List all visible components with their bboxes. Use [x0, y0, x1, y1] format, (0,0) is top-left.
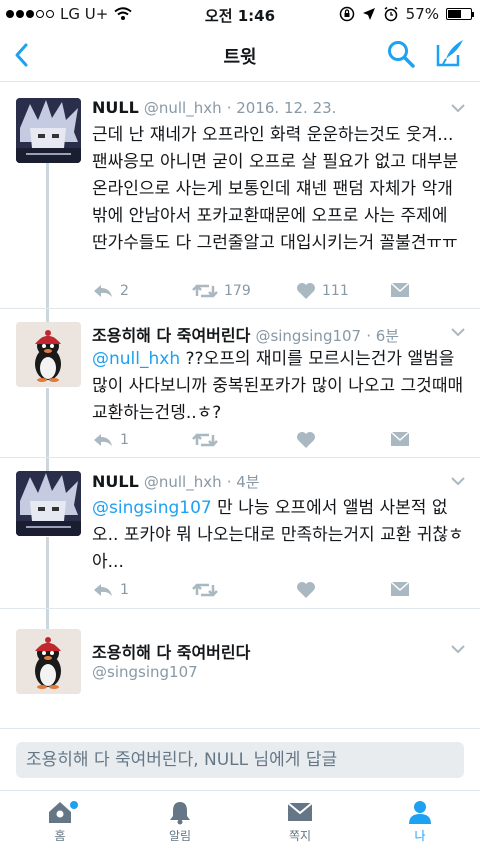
- tweet-text: 근데 난 쟤네가 오프라인 화력 운운하는것도 웃겨... 팬싸응모 아니면 굳…: [92, 122, 464, 257]
- status-bar: LG U+ 오전 1:46 57%: [0, 0, 480, 28]
- reply-count: 1: [120, 582, 129, 598]
- reply-input[interactable]: 조용히해 다 죽여버린다, NULL 님에게 답글: [16, 742, 464, 778]
- heart-icon: [297, 283, 315, 299]
- envelope-icon: [390, 282, 410, 297]
- tab-bar: 홈 알림 쪽지 나: [0, 790, 480, 854]
- reply-action[interactable]: 1: [92, 581, 129, 599]
- retweet-action[interactable]: 179: [192, 282, 251, 300]
- reply-action[interactable]: 2: [92, 282, 129, 300]
- tweet-header: NULL @null_hxh · 2016. 12. 23.: [92, 98, 440, 120]
- chevron-down-icon[interactable]: [450, 102, 466, 114]
- author-handle[interactable]: @null_hxh: [144, 99, 222, 117]
- avatar-image: [16, 629, 81, 694]
- retweet-icon: [192, 284, 218, 298]
- reply-bar: 조용히해 다 죽여버린다, NULL 님에게 답글: [0, 728, 480, 790]
- author-handle[interactable]: @null_hxh: [144, 473, 222, 491]
- tab-label: 나: [414, 829, 426, 843]
- battery-icon: [446, 8, 474, 20]
- tab-label: 쪽지: [288, 829, 312, 843]
- like-action[interactable]: [296, 581, 322, 599]
- chevron-down-icon[interactable]: [450, 475, 466, 487]
- reply-icon: [94, 434, 112, 446]
- tweet-time: · 2016. 12. 23.: [226, 99, 337, 117]
- avatar[interactable]: [16, 629, 81, 694]
- tweet-body: 근데 난 쟤네가 오프라인 화력 운운하는것도 웃겨... 팬싸응모 아니면 굳…: [92, 125, 459, 253]
- notification-dot: [70, 801, 78, 809]
- dm-action[interactable]: [390, 581, 410, 597]
- retweet-count: 179: [224, 283, 251, 299]
- tweet-actions: 2 179 111: [92, 282, 422, 304]
- divider: [0, 308, 480, 309]
- mention-link[interactable]: @null_hxh: [92, 349, 180, 369]
- reply-icon: [94, 584, 112, 596]
- envelope-icon: [390, 581, 410, 596]
- envelope-icon: [287, 802, 313, 821]
- mention-link[interactable]: @singsing107: [92, 498, 212, 518]
- like-count: 111: [322, 283, 349, 299]
- like-action[interactable]: 111: [296, 282, 349, 300]
- tab-notifications[interactable]: 알림: [140, 799, 220, 844]
- bell-icon: [170, 802, 190, 825]
- rotation-lock-icon: [339, 6, 354, 22]
- avatar-image: [16, 322, 81, 387]
- avatar[interactable]: [16, 471, 81, 536]
- tweet-text: @null_hxh ??오프의 재미를 모르시는건가 앨범을 많이 사다보니까 …: [92, 346, 464, 427]
- reply-action[interactable]: 1: [92, 431, 129, 449]
- reply-icon: [94, 285, 112, 297]
- tab-label: 홈: [54, 829, 66, 843]
- nav-bar: 트윗: [0, 28, 480, 82]
- status-right: 57%: [339, 5, 474, 23]
- retweet-action[interactable]: [192, 581, 224, 599]
- author-name[interactable]: NULL: [92, 98, 139, 117]
- tweet-header: 조용히해 다 죽여버린다 @singsing107 · 6분: [92, 322, 440, 344]
- person-icon: [409, 801, 431, 824]
- author-name[interactable]: NULL: [92, 472, 139, 491]
- author-name[interactable]: 조용히해 다 죽여버린다: [92, 326, 250, 344]
- retweet-icon: [192, 433, 218, 447]
- tweet-header: NULL @null_hxh · 4분: [92, 471, 440, 493]
- tab-me[interactable]: 나: [380, 799, 460, 844]
- tweet[interactable]: NULL @null_hxh · 2016. 12. 23. 근데 난 쟤네가 …: [0, 98, 480, 308]
- envelope-icon: [390, 431, 410, 446]
- tweet[interactable]: 조용히해 다 죽여버린다 @singsing107 · 6분 @null_hxh…: [0, 322, 480, 457]
- dm-action[interactable]: [390, 282, 410, 298]
- chevron-down-icon[interactable]: [450, 326, 466, 338]
- tweet-time: · 6분: [366, 327, 400, 344]
- tab-messages[interactable]: 쪽지: [260, 799, 340, 844]
- search-icon[interactable]: [386, 39, 416, 69]
- divider: [0, 608, 480, 609]
- tweet-actions: 1: [92, 431, 422, 453]
- dm-action[interactable]: [390, 431, 410, 447]
- avatar[interactable]: [16, 322, 81, 387]
- heart-icon: [297, 582, 315, 598]
- reply-count: 1: [120, 432, 129, 448]
- tweet-actions: 1: [92, 581, 422, 603]
- tab-label: 알림: [168, 829, 192, 843]
- location-icon: [362, 8, 375, 20]
- retweet-icon: [192, 583, 218, 597]
- author-handle[interactable]: @singsing107: [92, 663, 198, 681]
- tab-home[interactable]: 홈: [20, 799, 100, 844]
- battery-percent: 57%: [405, 5, 439, 23]
- reply-author: 조용히해 다 죽여버린다 @singsing107: [0, 629, 480, 699]
- tweet-time: · 4분: [226, 473, 260, 491]
- author-handle[interactable]: @singsing107: [255, 327, 361, 344]
- avatar-image: [16, 471, 81, 536]
- avatar-image: [16, 98, 81, 163]
- avatar[interactable]: [16, 98, 81, 163]
- retweet-action[interactable]: [192, 431, 224, 449]
- divider: [0, 457, 480, 458]
- reply-count: 2: [120, 283, 129, 299]
- chevron-down-icon[interactable]: [450, 643, 466, 655]
- heart-icon: [297, 432, 315, 448]
- tweet-text: @singsing107 만 나능 오프에서 앨범 사본적 없오.. 포카야 뭐…: [92, 495, 464, 576]
- alarm-icon: [384, 6, 398, 22]
- like-action[interactable]: [296, 431, 322, 449]
- author-name[interactable]: 조용히해 다 죽여버린다: [92, 643, 250, 661]
- tweet[interactable]: NULL @null_hxh · 4분 @singsing107 만 나능 오프…: [0, 471, 480, 607]
- tweet-header: 조용히해 다 죽여버린다: [92, 639, 440, 661]
- compose-tweet-icon[interactable]: [434, 37, 466, 69]
